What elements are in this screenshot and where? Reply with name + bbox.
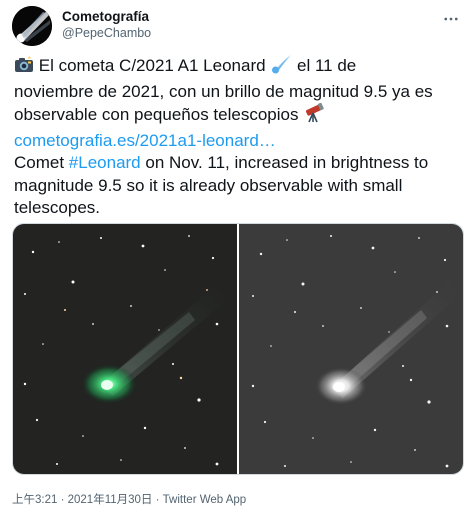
- tweet-line-1-end: el 11 de: [297, 56, 357, 75]
- tweet-line-5-post: on Nov. 11, increased in brightness to: [140, 153, 429, 172]
- tweet-line-5-pre: Comet: [14, 153, 69, 172]
- tweet-source[interactable]: Twitter Web App: [163, 494, 247, 506]
- tweet-card: Cometografía @PepeChambo El cometa C/202…: [0, 0, 476, 518]
- comet-photo-grayscale[interactable]: [239, 224, 463, 474]
- hashtag-link[interactable]: #Leonard: [69, 153, 141, 172]
- tweet-time[interactable]: 上午3:21: [12, 494, 57, 506]
- tweet-date[interactable]: 2021年11月30日: [68, 494, 153, 506]
- author-handle[interactable]: @PepeChambo: [62, 25, 151, 42]
- tweet-line-1-text: El cometa C/2021 A1 Leonard: [38, 56, 266, 75]
- tweet-line-2: noviembre de 2021, con un brillo de magn…: [14, 81, 433, 101]
- more-options-icon[interactable]: [438, 6, 464, 32]
- meta-separator-2: ·: [152, 494, 163, 506]
- tweet-line-3: observable con pequeños telescopios: [14, 102, 470, 130]
- tweet-line-1: El cometa C/2021 A1 Leonard el 11 de: [14, 54, 470, 81]
- tweet-line-7: telescopes.: [14, 198, 100, 217]
- tweet-header: Cometografía @PepeChambo: [12, 6, 464, 50]
- author-names: Cometografía @PepeChambo: [62, 8, 151, 42]
- meta-separator-1: ·: [57, 494, 68, 506]
- tweet-text: El cometa C/2021 A1 Leonard el 11 de nov…: [14, 54, 470, 220]
- tweet-line-6: magnitude 9.5 so it is already observabl…: [14, 175, 403, 195]
- author-display-name[interactable]: Cometografía: [62, 8, 151, 25]
- tweet-line-5: Comet #Leonard on Nov. 11, increased in …: [14, 152, 470, 175]
- telescope-icon: [303, 102, 325, 130]
- camera-icon: [14, 56, 34, 81]
- comet-icon: [270, 54, 292, 81]
- article-link[interactable]: cometografia.es/2021a1-leonard…: [14, 130, 470, 153]
- tweet-meta: 上午3:21 · 2021年11月30日 · Twitter Web App: [12, 491, 246, 507]
- avatar[interactable]: [12, 6, 52, 46]
- comet-photo-color[interactable]: [13, 224, 237, 474]
- media-grid: [12, 223, 464, 475]
- tweet-line-3-text: observable con pequeños telescopios: [14, 105, 299, 124]
